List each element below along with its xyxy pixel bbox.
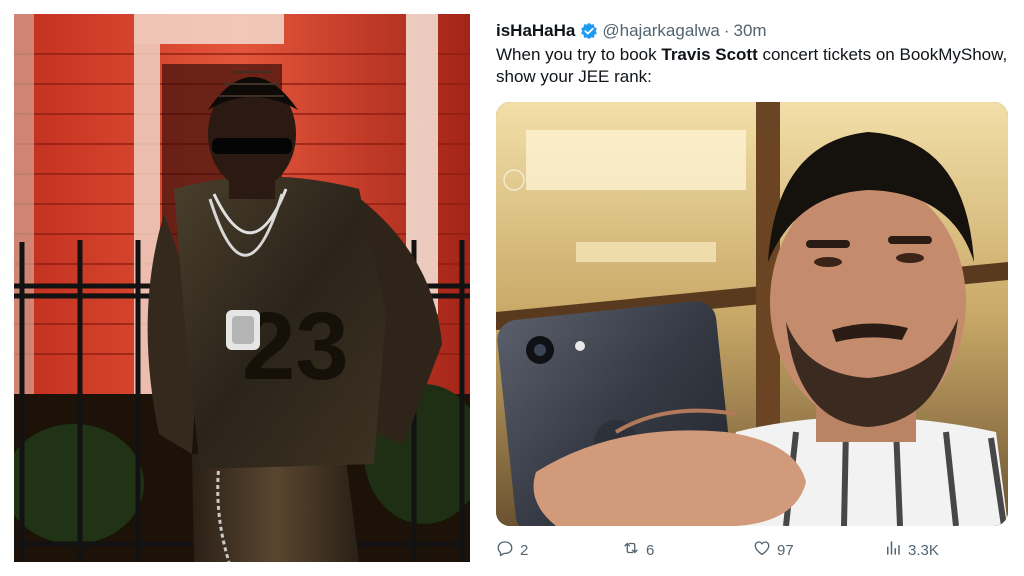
views-button[interactable]: 3.3K <box>884 539 939 561</box>
tweet-media-image[interactable] <box>496 102 1008 526</box>
tweet-text-start: When you try to book <box>496 45 662 64</box>
tweet-text-bold: Travis Scott <box>661 45 758 64</box>
tweet-timestamp[interactable]: 30m <box>733 21 766 41</box>
artist-photo-illustration: 23 <box>14 14 470 562</box>
like-button[interactable]: 97 <box>753 539 794 561</box>
reply-count: 2 <box>520 541 529 559</box>
retweet-button[interactable]: 6 <box>622 539 654 561</box>
reply-button[interactable]: 2 <box>496 539 528 561</box>
verified-badge-icon <box>580 22 598 40</box>
header-separator: · <box>723 21 730 40</box>
concert-artist-photo: 23 <box>14 14 470 562</box>
like-count: 97 <box>777 541 794 559</box>
reply-icon <box>496 539 514 561</box>
retweet-count: 6 <box>646 541 655 559</box>
retweet-icon <box>622 539 640 561</box>
media-illustration <box>496 102 1008 526</box>
tweet-action-bar: 2 6 97 3.3K <box>496 539 1008 561</box>
user-handle[interactable]: @hajarkagalwa <box>602 21 719 41</box>
display-name[interactable]: isHaHaHa <box>496 21 575 41</box>
views-chart-icon <box>884 539 902 561</box>
heart-icon <box>753 539 771 561</box>
views-count: 3.3K <box>908 541 939 559</box>
tweet-header: isHaHaHa @hajarkagalwa · 30m <box>496 20 767 42</box>
tweet-card[interactable]: isHaHaHa @hajarkagalwa · 30m When you tr… <box>484 14 1014 562</box>
tweet-text: When you try to book Travis Scott concer… <box>496 44 1008 88</box>
